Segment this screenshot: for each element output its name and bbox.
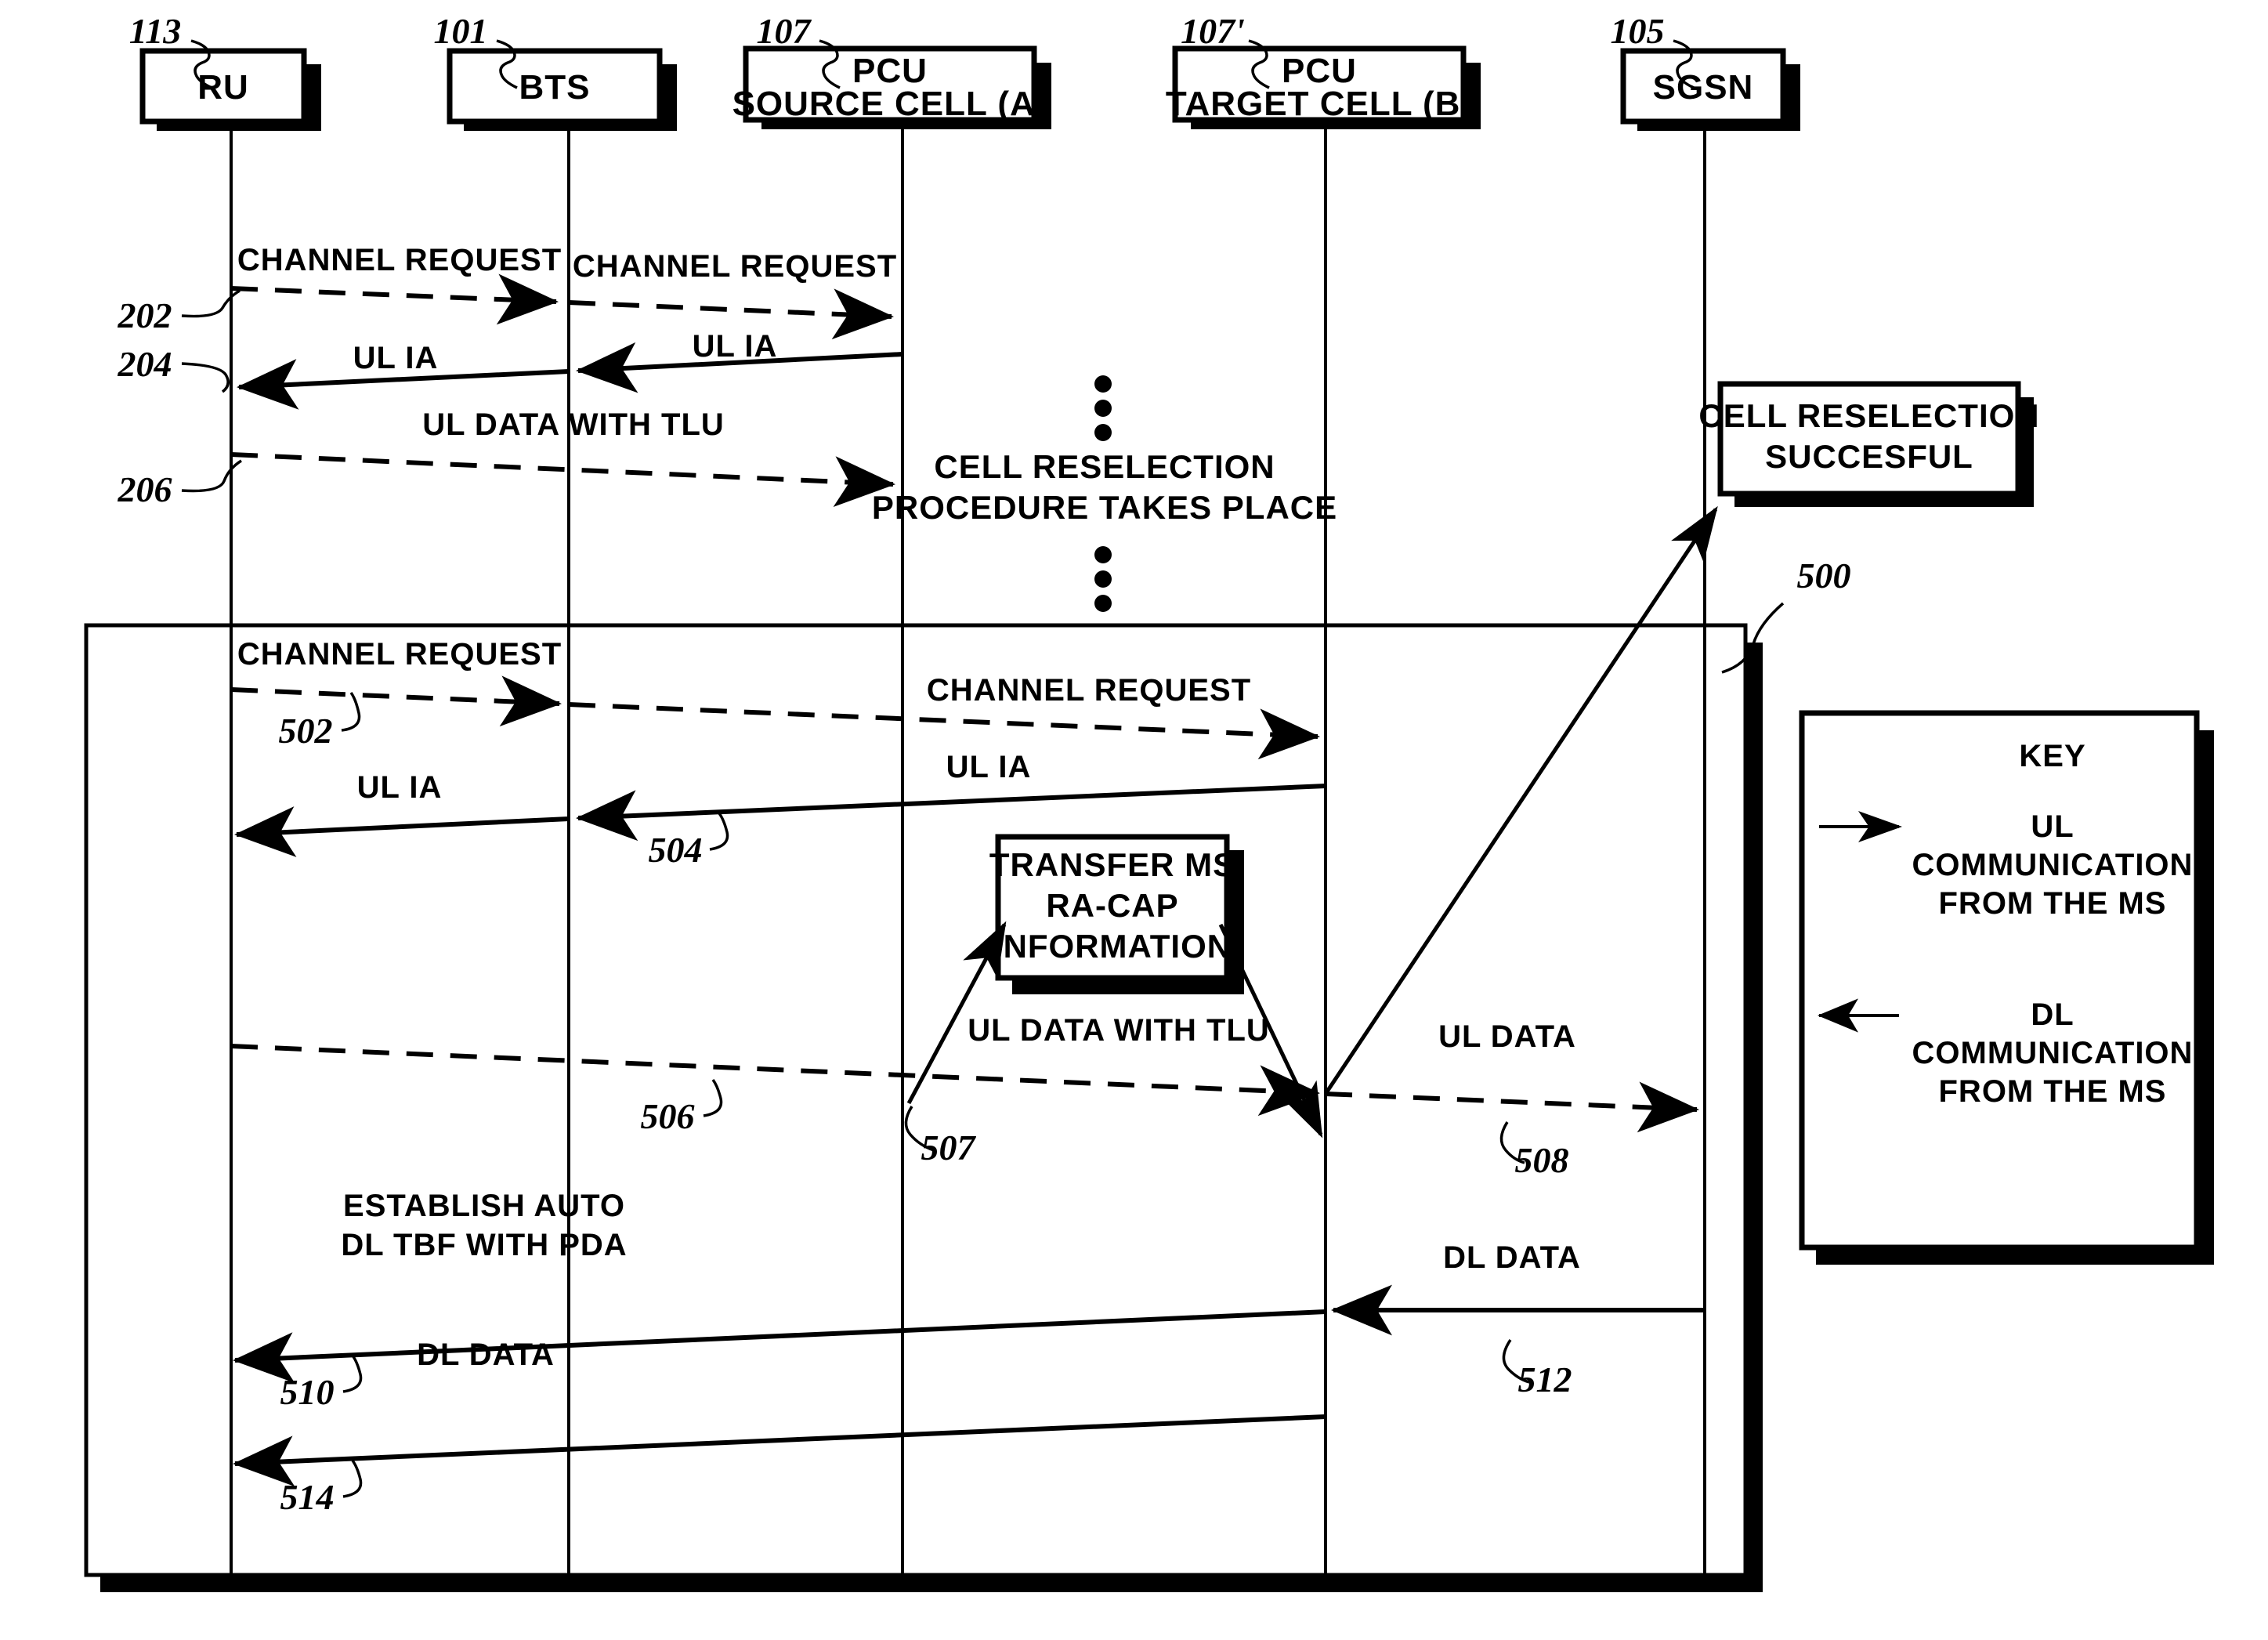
patent-figure: RU BTS PCU SOURCE CELL (A) PCU TARGET CE… [0, 0, 2268, 1640]
node-label-pcu-target-line2: TARGET CELL (B) [1166, 85, 1473, 123]
msg-label-512: DL DATA [1443, 1240, 1581, 1275]
msg-arrow-514 [233, 1414, 1326, 1487]
msg-arrow-reselection-successful [1323, 505, 1718, 1095]
note-reselection-line2: PROCEDURE TAKES PLACE [872, 489, 1337, 526]
msg-label-204a: UL IA [353, 341, 439, 375]
note-racap-line1: TRANSFER MS [989, 846, 1235, 883]
msg-label-504a: UL IA [357, 770, 443, 805]
msg-arrow-506 [230, 1044, 1320, 1117]
msg-label-506: UL DATA WITH TLU [968, 1013, 1270, 1048]
leader-504 [709, 812, 729, 851]
msg-label-508: UL DATA [1438, 1019, 1576, 1054]
ref-101: 101 [434, 11, 488, 51]
ref-504: 504 [649, 830, 703, 870]
msg-label-514: DL DATA [417, 1338, 555, 1372]
lower-sequence: CHANNEL REQUEST CHANNEL REQUEST 502 UL I… [230, 505, 1718, 1517]
leader-502 [341, 691, 361, 732]
ref-500: 500 [1797, 556, 1851, 596]
msg-label-510-line2: DL TBF WITH PDA [341, 1228, 627, 1262]
ref-105: 105 [1611, 11, 1665, 51]
ref-512: 512 [1518, 1359, 1572, 1399]
msg-label-202a: CHANNEL REQUEST [237, 243, 562, 277]
ref-510: 510 [280, 1372, 335, 1412]
note-racap-line2: RA-CAP [1046, 887, 1178, 924]
msg-label-202b: CHANNEL REQUEST [573, 249, 897, 284]
msg-label-504b: UL IA [946, 750, 1032, 784]
vdots-top-1 [1094, 375, 1112, 393]
msg-arrow-504b [576, 784, 1326, 842]
msg-arrow-508 [1325, 1081, 1699, 1133]
msg-label-510-line1: ESTABLISH AUTO [343, 1189, 625, 1223]
ref-107: 107 [757, 11, 812, 51]
leader-506 [703, 1078, 723, 1117]
ref-206: 206 [118, 469, 172, 509]
key-title: KEY [2019, 739, 2085, 773]
ref-107-prime: 107' [1181, 11, 1245, 51]
msg-label-502a: CHANNEL REQUEST [237, 637, 562, 672]
upper-sequence: CHANNEL REQUEST CHANNEL REQUEST 202 UL I… [118, 243, 903, 509]
msg-label-204b: UL IA [693, 329, 778, 364]
note-cell-reselection-successful: CELL RESELECTION SUCCESFUL [1698, 381, 2039, 507]
leader-514 [342, 1459, 363, 1498]
outer-500-shadow-bottom [100, 1575, 1763, 1592]
note-reselection-line1: CELL RESELECTION [934, 448, 1275, 485]
ref-113: 113 [129, 11, 181, 51]
note-cell-reselection-procedure: CELL RESELECTION PROCEDURE TAKES PLACE [872, 375, 1337, 612]
ref-204: 204 [118, 344, 172, 384]
msg-arrow-502b [568, 702, 1320, 760]
key-entry-1-line3: FROM THE MS [1939, 1074, 2167, 1109]
figure-canvas: RU BTS PCU SOURCE CELL (A) PCU TARGET CE… [84, 11, 2214, 1592]
key-entry-0-line3: FROM THE MS [1939, 886, 2167, 921]
key-box [1799, 710, 2200, 1251]
msg-arrow-504a [234, 806, 570, 857]
key-entry-0-line1: UL [2031, 809, 2074, 844]
msg-label-502b: CHANNEL REQUEST [927, 673, 1251, 708]
msg-arrow-206 [230, 452, 895, 507]
ref-508: 508 [1515, 1140, 1569, 1180]
msg-arrow-510 [233, 1309, 1326, 1384]
vdots-bot-1 [1094, 546, 1112, 563]
key-entry-1-line2: COMMUNICATION [1912, 1036, 2194, 1070]
msg-arrow-202a [230, 273, 559, 325]
vdots-bot-2 [1094, 570, 1112, 588]
outer-500-shadow-right [1745, 643, 1763, 1592]
key-entry-1-line1: DL [2031, 997, 2074, 1032]
vdots-top-2 [1094, 400, 1112, 417]
ref-202: 202 [118, 295, 172, 335]
node-label-ru: RU [197, 68, 249, 107]
note-crs-line1: CELL RESELECTION [1698, 397, 2039, 434]
leader-510 [342, 1354, 363, 1393]
key-legend: KEY UL COMMUNICATION FROM THE MS DL COMM… [1799, 710, 2214, 1265]
key-entry-0-line2: COMMUNICATION [1912, 848, 2194, 882]
msg-arrow-202b [568, 288, 894, 340]
vdots-top-3 [1094, 424, 1112, 441]
node-label-sgsn: SGSN [1653, 68, 1754, 107]
ref-502: 502 [279, 711, 333, 751]
node-label-bts: BTS [519, 68, 591, 107]
msg-label-206: UL DATA WITH TLU [422, 407, 725, 442]
node-label-pcu-source-line2: SOURCE CELL (A) [732, 85, 1048, 123]
msg-arrow-502a [230, 675, 562, 727]
vdots-bot-3 [1094, 595, 1112, 612]
outer-block-500: 500 [84, 556, 1851, 1592]
ref-514: 514 [280, 1477, 335, 1517]
note-racap-line3: INFORMATION [993, 928, 1232, 965]
leader-204 [181, 362, 230, 393]
ref-506: 506 [641, 1096, 695, 1136]
note-crs-line2: SUCCESFUL [1765, 438, 1973, 475]
